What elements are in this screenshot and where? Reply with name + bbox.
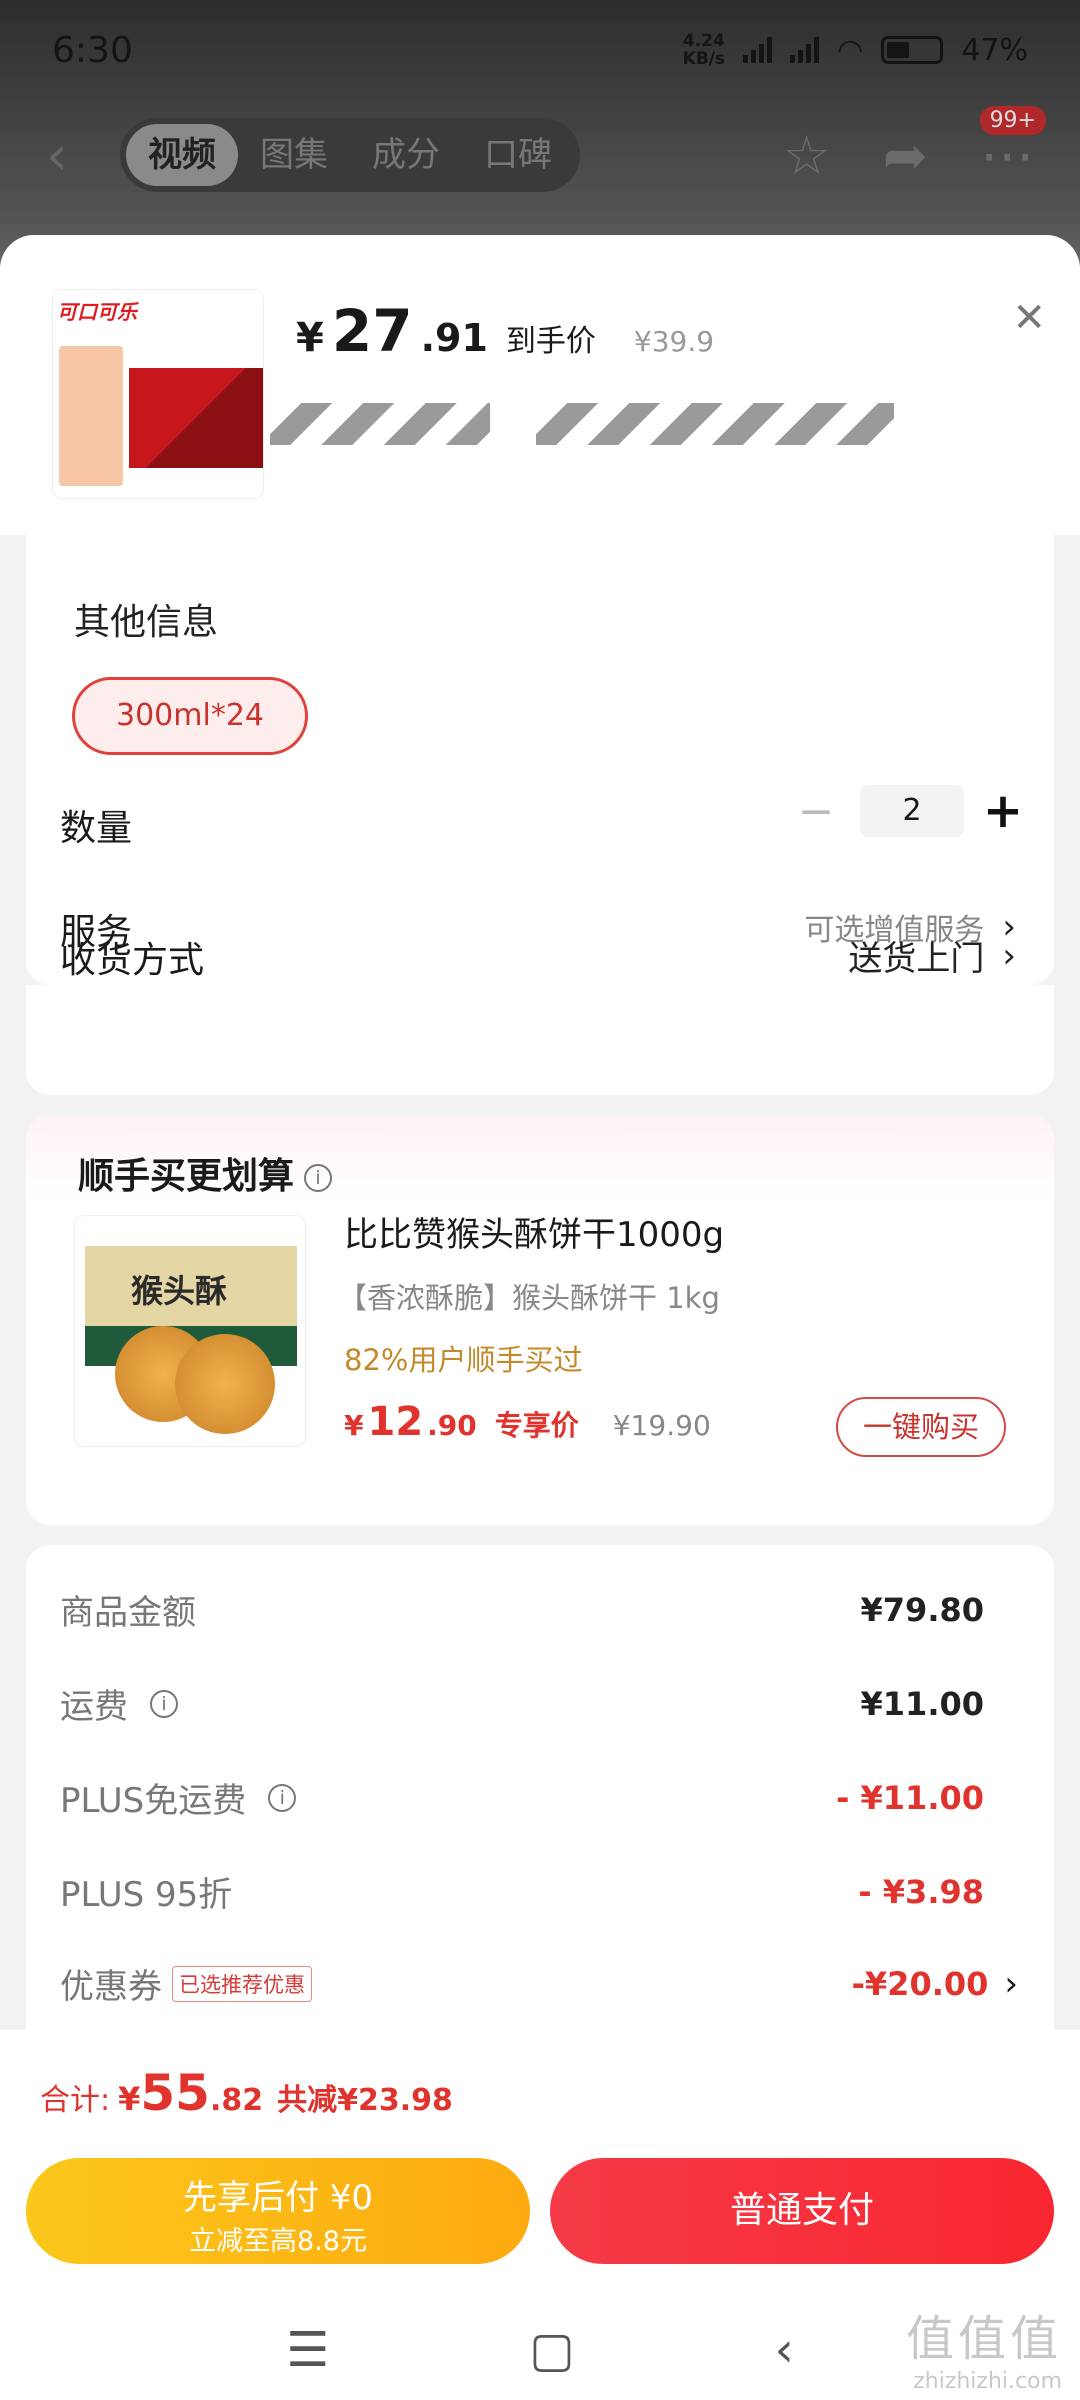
product-header: 可口可乐 ¥ 27 .91 到手价 ¥39.9 ✕ — [0, 235, 1080, 535]
info-icon[interactable]: i — [150, 1689, 178, 1718]
menu-icon[interactable]: ☰ — [286, 2322, 329, 2378]
message-badge: 99+ — [979, 105, 1046, 135]
chevron-right-icon: › — [1002, 935, 1016, 976]
share-icon[interactable]: ➦ — [883, 124, 928, 187]
battery-percent: 47% — [961, 32, 1028, 68]
recommend-bought: 82%用户顺手买过 — [344, 1343, 583, 1377]
normal-pay-button[interactable]: 普通支付 — [550, 2158, 1054, 2264]
order-total: 合计: ¥ 55 .82 共减¥23.98 — [40, 2064, 453, 2122]
original-price: ¥39.9 — [633, 325, 715, 358]
status-bar: 6:30 4.24 KB/s ◠ 47% — [0, 0, 1080, 100]
total-saved: 共减¥23.98 — [277, 2083, 453, 2118]
quantity-label: 数量 — [60, 808, 133, 849]
back-icon[interactable]: ‹ — [46, 124, 106, 187]
media-tabs: 视频 图集 成分 口碑 — [120, 118, 580, 192]
delivery-row[interactable]: 送货上门 › — [848, 931, 1016, 980]
signal-icon — [743, 37, 773, 63]
home-icon[interactable]: ▢ — [529, 2322, 574, 2378]
close-icon[interactable]: ✕ — [1012, 295, 1046, 341]
delivery-label: 收货方式 — [60, 940, 205, 981]
chevron-right-icon: › — [1004, 1963, 1018, 2004]
recommend-product-image[interactable]: 猴头酥 — [74, 1215, 306, 1447]
net-speed: 4.24 KB/s — [682, 31, 726, 69]
minus-button[interactable]: − — [786, 786, 846, 837]
coupon-tag: 已选推荐优惠 — [172, 1965, 312, 2002]
favorite-star-icon[interactable]: ☆ — [782, 124, 830, 187]
info-icon[interactable]: i — [268, 1783, 297, 1812]
spec-title: 其他信息 — [74, 602, 219, 643]
product-price: ¥ 27 .91 到手价 ¥39.9 — [296, 297, 715, 365]
recommend-subtitle: 【香浓酥脆】猴头酥饼干 1kg — [338, 1281, 720, 1315]
recommend-price: ¥ 12 .90 专享价 ¥19.90 — [344, 1399, 711, 1445]
recommend-name[interactable]: 比比赞猴头酥饼干1000g — [344, 1207, 724, 1256]
redacted-text — [270, 403, 490, 445]
pay-later-button[interactable]: 先享后付 ¥0 立减至高8.8元 — [26, 2158, 530, 2264]
battery-icon — [881, 36, 944, 64]
one-click-buy-button[interactable]: 一键购买 — [836, 1397, 1006, 1457]
tab-video[interactable]: 视频 — [126, 124, 238, 186]
summary-row-coupon[interactable]: 优惠券 已选推荐优惠 -¥20.00 › — [60, 1959, 1018, 2008]
recommend-title: 顺手买更划算 i — [78, 1147, 333, 1199]
spec-card: 其他信息 300ml*24 数量 − 2 + 服务 可选增值服务 › — [26, 535, 1054, 985]
recommend-card: 顺手买更划算 i 猴头酥 比比赞猴头酥饼干1000g 【香浓酥脆】猴头酥饼干 1k… — [26, 1115, 1054, 1525]
tab-reviews[interactable]: 口碑 — [462, 124, 574, 186]
quantity-stepper: − 2 + — [786, 783, 1028, 839]
quantity-value[interactable]: 2 — [860, 785, 964, 837]
summary-row-plus-shipping: PLUS免运费 i - ¥11.00 — [60, 1778, 984, 1822]
brand-logo: 可口可乐 — [57, 300, 137, 324]
delivery-card: 收货方式 送货上门 › — [26, 936, 1054, 1095]
nav-actions: ☆ ➦ ⋯ 99+ — [782, 105, 1046, 187]
summary-row-goods: 商品金额 ¥79.80 — [60, 1590, 984, 1634]
order-summary-card: 商品金额 ¥79.80 运费 i ¥11.00 PLUS免运费 i - ¥11.00… — [26, 1545, 1054, 2105]
info-icon[interactable]: i — [304, 1164, 333, 1192]
product-thumbnail: 可口可乐 — [52, 289, 264, 499]
back-nav-icon[interactable]: ‹ — [775, 2322, 794, 2378]
signal-icon-2 — [790, 37, 820, 63]
spec-option-chip[interactable]: 300ml*24 — [72, 677, 308, 755]
tab-ingredients[interactable]: 成分 — [350, 124, 462, 186]
summary-row-plus-discount: PLUS 95折 - ¥3.98 — [60, 1872, 984, 1916]
tab-gallery[interactable]: 图集 — [238, 124, 350, 186]
redacted-text-2 — [536, 403, 894, 445]
status-time: 6:30 — [52, 29, 133, 71]
wifi-icon: ◠ — [837, 32, 864, 68]
delivery-value: 送货上门 — [848, 939, 985, 979]
top-nav: ‹ 视频 图集 成分 口碑 ☆ ➦ ⋯ 99+ — [0, 105, 1080, 200]
status-icons: 4.24 KB/s ◠ 47% — [683, 32, 1028, 68]
price-label: 到手价 — [505, 324, 596, 359]
watermark: 值值值 zhizhizhi.com — [905, 2311, 1062, 2394]
summary-row-shipping: 运费 i ¥11.00 — [60, 1684, 984, 1728]
plus-button[interactable]: + — [978, 783, 1028, 839]
checkout-bar: 合计: ¥ 55 .82 共减¥23.98 先享后付 ¥0 立减至高8.8元 普… — [0, 2030, 1080, 2400]
